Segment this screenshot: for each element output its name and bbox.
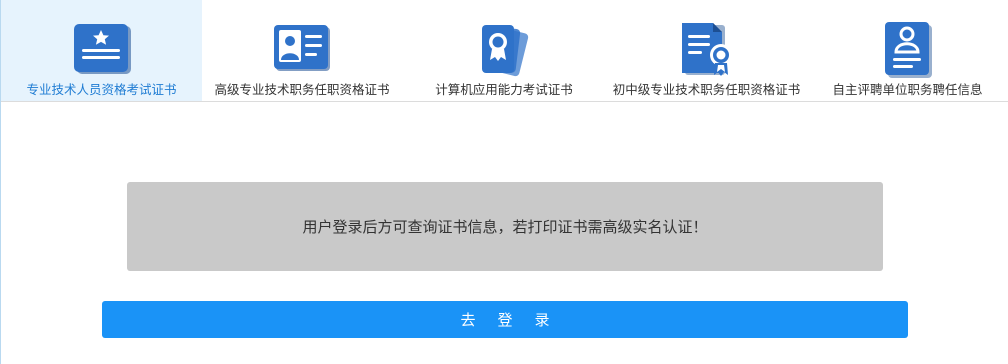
tab-label: 自主评聘单位职务聘任信息	[832, 82, 983, 97]
certificate-type-tabs: 专业技术人员资格考试证书 高级专业技术职务任职资格证书 计算机应用能力考试证书 …	[1, 0, 1008, 102]
tab-computer-skills-certificate[interactable]: 计算机应用能力考试证书	[402, 0, 606, 101]
tab-self-evaluation-employment-info[interactable]: 自主评聘单位职务聘任信息	[807, 0, 1008, 101]
tab-senior-title-certificate[interactable]: 高级专业技术职务任职资格证书	[202, 0, 402, 101]
tab-label: 计算机应用能力考试证书	[435, 82, 573, 97]
tab-junior-mid-title-certificate[interactable]: 初中级专业技术职务任职资格证书	[606, 0, 807, 101]
award-badge-icon	[472, 22, 536, 78]
go-login-button[interactable]: 去登录	[102, 301, 908, 338]
tab-label: 专业技术人员资格考试证书	[26, 82, 177, 97]
login-required-notice: 用户登录后方可查询证书信息，若打印证书需高级实名认证！	[127, 182, 883, 271]
certificate-query-page: 专业技术人员资格考试证书 高级专业技术职务任职资格证书 计算机应用能力考试证书 …	[0, 0, 1008, 364]
document-seal-icon	[675, 22, 739, 78]
tab-label: 初中级专业技术职务任职资格证书	[612, 82, 801, 97]
tab-professional-qualification-certificate[interactable]: 专业技术人员资格考试证书	[1, 0, 202, 101]
tab-label: 高级专业技术职务任职资格证书	[214, 82, 390, 97]
user-document-icon	[876, 22, 940, 78]
notice-text: 用户登录后方可查询证书信息，若打印证书需高级实名认证！	[302, 218, 708, 236]
certificate-star-icon	[70, 22, 134, 78]
id-card-icon	[270, 22, 334, 78]
